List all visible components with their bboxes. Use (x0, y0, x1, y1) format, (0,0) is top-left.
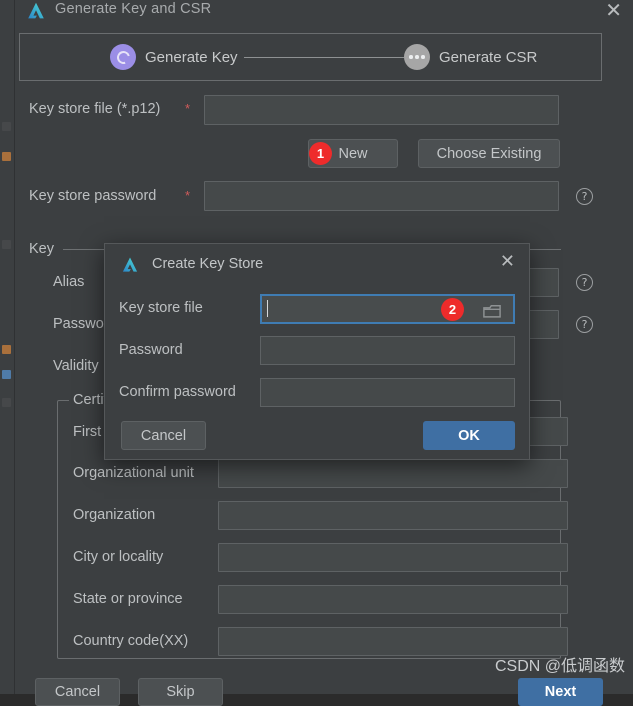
modal-ok-button[interactable]: OK (423, 421, 515, 450)
country-code-label: Country code(XX) (73, 633, 188, 649)
key-store-password-required-mark: * (185, 188, 190, 203)
help-icon[interactable]: ? (576, 274, 593, 291)
csdn-watermark: CSDN @低调函数 (495, 652, 625, 676)
organizational-unit-input[interactable] (218, 459, 568, 488)
cancel-button[interactable]: Cancel (35, 678, 120, 706)
state-or-province-label: State or province (73, 591, 183, 607)
key-store-password-label: Key store password (29, 188, 156, 204)
background-window-strip (0, 0, 14, 694)
key-store-password-input[interactable] (204, 181, 559, 211)
bg-decoration (2, 398, 11, 407)
annotation-badge-2: 2 (441, 298, 464, 321)
organization-input[interactable] (218, 501, 568, 530)
validity-label: Validity (53, 358, 99, 374)
alias-label: Alias (53, 274, 84, 290)
step-generate-csr[interactable]: Generate CSR (404, 44, 537, 70)
step-label: Generate CSR (439, 49, 537, 66)
step-generate-key[interactable]: Generate Key (110, 44, 238, 70)
modal-cancel-button[interactable]: Cancel (121, 421, 206, 450)
close-icon[interactable]: ✕ (500, 252, 515, 272)
key-section-title: Key (29, 241, 54, 257)
close-icon[interactable]: ✕ (605, 0, 622, 22)
wizard-stepper: Generate Key Generate CSR (19, 33, 602, 81)
key-store-file-input[interactable] (204, 95, 559, 125)
modal-title: Create Key Store (152, 256, 263, 272)
dialog-title: Generate Key and CSR (55, 1, 211, 17)
step-label: Generate Key (145, 49, 238, 66)
key-store-file-required-mark: * (185, 101, 190, 116)
ellipsis-icon (404, 44, 430, 70)
spinner-ring-icon (110, 44, 136, 70)
help-icon[interactable]: ? (576, 188, 593, 205)
bg-decoration (2, 345, 11, 354)
choose-existing-button[interactable]: Choose Existing (418, 139, 560, 168)
annotation-badge-1: 1 (309, 142, 332, 165)
android-studio-icon (25, 0, 47, 22)
bg-decoration (2, 370, 11, 379)
modal-password-label: Password (119, 342, 183, 358)
dialog-titlebar: Generate Key and CSR ✕ (15, 0, 633, 26)
text-caret (267, 300, 268, 317)
bg-decoration (2, 152, 11, 161)
skip-button[interactable]: Skip (138, 678, 223, 706)
city-or-locality-input[interactable] (218, 543, 568, 572)
key-store-file-label: Key store file (*.p12) (29, 101, 160, 117)
organization-label: Organization (73, 507, 155, 523)
organizational-unit-label: Organizational unit (73, 465, 194, 481)
modal-key-store-file-label: Key store file (119, 300, 203, 316)
next-button[interactable]: Next (518, 678, 603, 706)
modal-confirm-password-label: Confirm password (119, 384, 236, 400)
bg-decoration (2, 122, 11, 131)
city-or-locality-label: City or locality (73, 549, 163, 565)
modal-password-input[interactable] (260, 336, 515, 365)
state-or-province-input[interactable] (218, 585, 568, 614)
modal-confirm-password-input[interactable] (260, 378, 515, 407)
android-studio-icon (120, 255, 140, 275)
bg-decoration (2, 240, 11, 249)
modal-key-store-file-input[interactable] (260, 294, 515, 324)
stepper-connector (244, 57, 404, 58)
help-icon[interactable]: ? (576, 316, 593, 333)
create-key-store-dialog: Create Key Store ✕ Key store file 2 Pass… (104, 243, 530, 460)
folder-icon[interactable] (483, 304, 501, 319)
